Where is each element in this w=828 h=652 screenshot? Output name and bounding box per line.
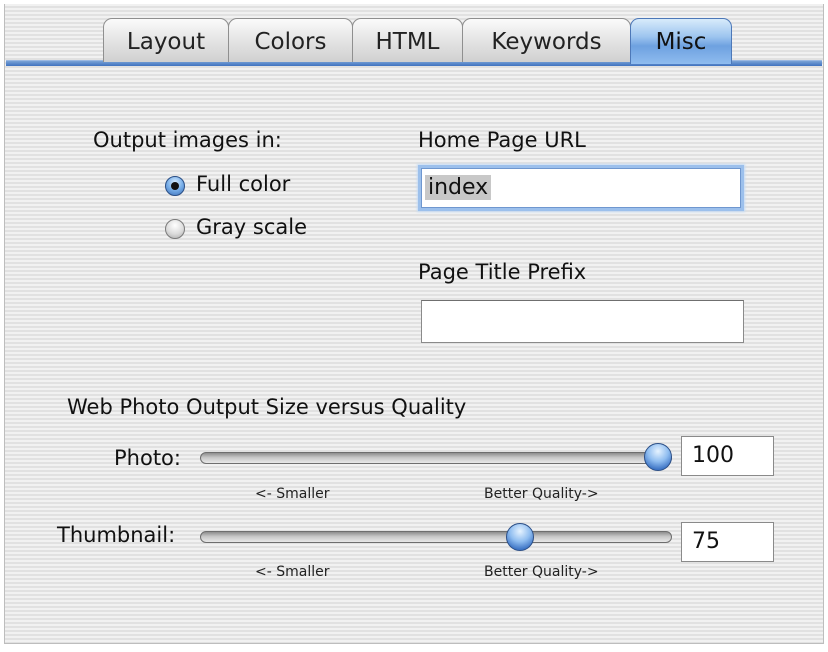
tab-colors[interactable]: Colors <box>228 18 353 62</box>
full-color-label[interactable]: Full color <box>196 172 290 196</box>
page-title-prefix-label: Page Title Prefix <box>418 260 587 284</box>
gray-scale-radio[interactable] <box>165 219 185 239</box>
gray-scale-label[interactable]: Gray scale <box>196 215 307 239</box>
thumbnail-slider-label: Thumbnail: <box>57 523 176 547</box>
tab-layout[interactable]: Layout <box>103 18 229 62</box>
tab-keywords[interactable]: Keywords <box>462 18 631 62</box>
photo-slider-thumb[interactable] <box>644 443 672 471</box>
thumbnail-better-quality-hint: Better Quality-> <box>484 564 599 580</box>
quality-heading: Web Photo Output Size versus Quality <box>67 395 467 419</box>
photo-smaller-hint: <- Smaller <box>255 486 330 502</box>
thumbnail-quality-field[interactable]: 75 <box>681 522 774 562</box>
home-page-url-label: Home Page URL <box>418 128 586 152</box>
thumbnail-smaller-hint: <- Smaller <box>255 564 330 580</box>
photo-better-quality-hint: Better Quality-> <box>484 486 599 502</box>
tab-misc[interactable]: Misc <box>630 18 732 64</box>
tab-bar: Layout Colors HTML Keywords Misc <box>103 18 732 64</box>
home-page-url-field[interactable]: index <box>421 168 741 208</box>
tab-html[interactable]: HTML <box>352 18 463 62</box>
page-title-prefix-field[interactable] <box>421 300 744 343</box>
home-page-url-value: index <box>425 175 492 200</box>
photo-slider-label: Photo: <box>114 446 181 470</box>
photo-slider-track[interactable] <box>200 452 672 464</box>
full-color-radio[interactable] <box>165 176 185 196</box>
output-images-label: Output images in: <box>93 128 282 152</box>
photo-quality-field[interactable]: 100 <box>681 436 774 476</box>
thumbnail-slider-track[interactable] <box>200 531 672 543</box>
